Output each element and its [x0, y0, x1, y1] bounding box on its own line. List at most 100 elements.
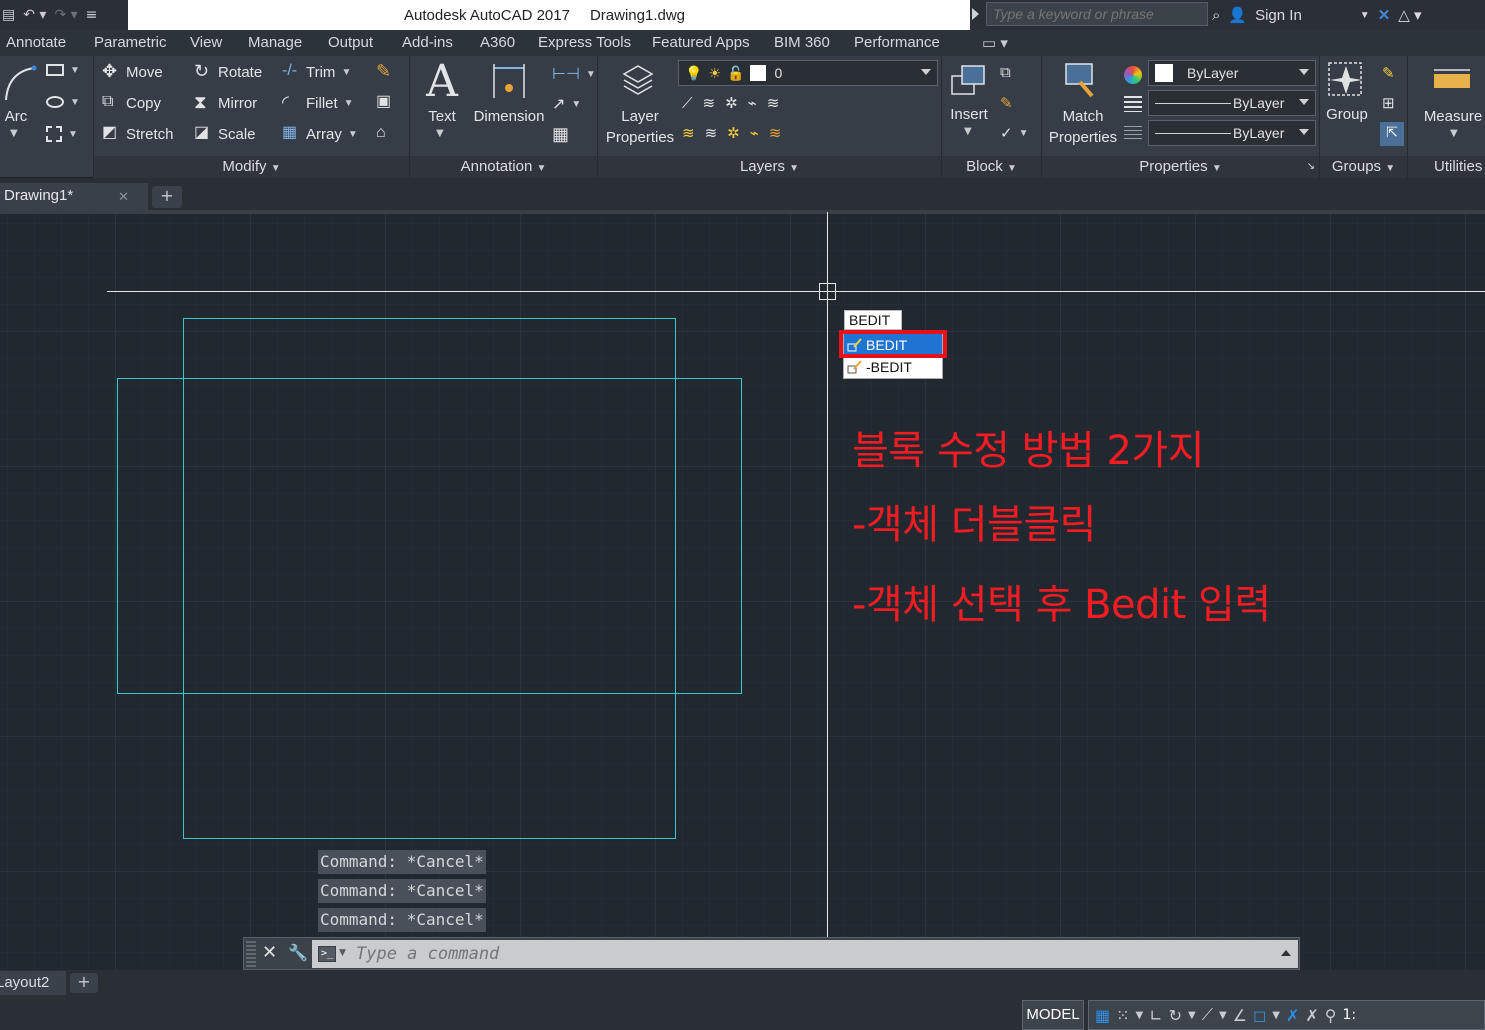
autodesk-a360-icon[interactable]: △ ▾	[1398, 6, 1421, 24]
polar-icon[interactable]: ↻	[1169, 1006, 1182, 1025]
group-icon[interactable]	[1326, 60, 1366, 100]
search-expand-icon[interactable]	[972, 8, 979, 20]
tab-view[interactable]: View	[190, 34, 222, 51]
layers-panel-title[interactable]: Layers ▼	[598, 156, 941, 178]
fillet-button[interactable]: ◜ Fillet ▼	[282, 93, 354, 112]
leader-icon[interactable]: ↗ ▼	[552, 94, 581, 114]
insert-block-icon[interactable]	[948, 60, 988, 100]
layer-properties-button[interactable]: Layer Properties	[600, 106, 680, 148]
isodraft-icon[interactable]: ⟋	[1202, 1005, 1213, 1025]
properties-panel-title[interactable]: Properties ▼ ↘	[1042, 156, 1319, 178]
auto-scale-icon[interactable]: ✗	[1305, 1006, 1318, 1025]
object-snap-icon[interactable]: ◻	[1253, 1006, 1266, 1025]
linetype-dropdown[interactable]: ByLayer	[1148, 90, 1316, 116]
group-edit-icon[interactable]: ⊞	[1382, 94, 1395, 112]
offset-button[interactable]: ⌂	[376, 125, 394, 143]
match-properties-button[interactable]: Match Properties	[1044, 106, 1122, 148]
ortho-icon[interactable]: ∟	[1149, 1006, 1162, 1025]
close-tab-icon[interactable]: ✕	[118, 189, 129, 205]
layer-unisolate-icon[interactable]: ≋	[705, 124, 718, 142]
annotation-panel-title[interactable]: Annotation ▼	[410, 156, 597, 178]
autocomplete-item-dash-bedit[interactable]: -BEDIT	[844, 356, 942, 378]
group-select-icon[interactable]: ⇱	[1380, 122, 1404, 146]
list-icon[interactable]	[1124, 126, 1142, 142]
tab-drawing1[interactable]: Drawing1* ✕	[0, 183, 148, 210]
tab-express-tools[interactable]: Express Tools	[538, 34, 631, 51]
groups-panel-title[interactable]: Groups ▼	[1320, 156, 1407, 178]
move-button[interactable]: ✥ Move	[102, 62, 163, 81]
lineweight-icon[interactable]	[1124, 96, 1142, 112]
command-input[interactable]	[312, 940, 1298, 968]
tab-featured-apps[interactable]: Featured Apps	[652, 34, 750, 51]
tab-bim-360[interactable]: BIM 360	[774, 34, 830, 51]
grid-icon[interactable]: ▦	[1095, 1006, 1110, 1025]
layer-thaw-icon[interactable]: ✲	[727, 124, 740, 142]
region-tool-icon[interactable]: ▼	[46, 126, 78, 142]
arc-button[interactable]: Arc	[2, 106, 30, 127]
erase-button[interactable]: ✎	[376, 62, 394, 81]
model-space-button[interactable]: MODEL	[1022, 1000, 1084, 1030]
chevron-down-icon[interactable]: ▼	[1360, 10, 1370, 21]
text-dropdown-icon[interactable]: ▼	[436, 128, 444, 139]
polar-dropdown-icon[interactable]: ▼	[1188, 1010, 1196, 1021]
rectangle-tool-icon[interactable]: ▼	[46, 64, 80, 76]
snap-icon[interactable]: ⁙	[1116, 1006, 1129, 1025]
color-dropdown[interactable]: ByLayer	[1148, 60, 1316, 86]
annotation-scale-icon[interactable]: ⚲	[1325, 1006, 1337, 1025]
lineweight-dropdown[interactable]: ByLayer	[1148, 120, 1316, 146]
layer-off-icon[interactable]: ⟋	[682, 95, 693, 112]
annotation-scale-value[interactable]: 1:	[1343, 1007, 1357, 1023]
modify-panel-title[interactable]: Modify ▼	[94, 156, 409, 178]
measure-icon[interactable]	[1432, 66, 1472, 96]
user-icon[interactable]: 👤	[1228, 6, 1247, 24]
layer-walk-icon[interactable]: ≋	[769, 124, 782, 142]
layer-on-icon[interactable]: ≋	[682, 124, 695, 142]
mirror-button[interactable]: ⧗ Mirror	[194, 93, 257, 112]
insert-button[interactable]: Insert	[944, 104, 994, 125]
layer-dropdown[interactable]: 💡 ☀ 🔓 0	[678, 60, 938, 86]
scale-button[interactable]: ◪ Scale	[194, 125, 256, 143]
annotation-visibility-icon[interactable]: ✗	[1286, 1006, 1299, 1025]
hatch-tool-icon[interactable]: ▼	[46, 96, 80, 108]
ungroup-icon[interactable]: ✎	[1382, 64, 1395, 82]
match-properties-icon[interactable]	[1062, 60, 1102, 100]
table-icon[interactable]: ▦	[552, 124, 569, 145]
close-icon[interactable]: ✕	[262, 942, 277, 963]
command-history-up-icon[interactable]	[1281, 950, 1291, 956]
qat-menu-icon[interactable]: ≡	[86, 7, 98, 23]
wrench-icon[interactable]: 🔧	[288, 943, 308, 962]
block-rectangle[interactable]	[117, 378, 742, 694]
text-icon[interactable]: A	[420, 56, 464, 108]
dynamic-input[interactable]: BEDIT	[844, 310, 902, 330]
sign-in-link[interactable]: Sign In	[1255, 7, 1302, 24]
exchange-icon[interactable]: ✕	[1378, 6, 1391, 24]
tab-add-ins[interactable]: Add-ins	[402, 34, 453, 51]
edit-block-icon[interactable]: ✎	[1000, 94, 1013, 112]
arc-dropdown-icon[interactable]: ▼	[10, 128, 18, 139]
panel-launcher-icon[interactable]: ↘	[1307, 156, 1315, 178]
layer-lock-icon[interactable]: ⌁	[748, 94, 757, 112]
osnap-dropdown-icon[interactable]: ▼	[1272, 1010, 1280, 1021]
edit-attributes-icon[interactable]: ✓ ▼	[1000, 124, 1028, 142]
dimension-icon[interactable]	[490, 62, 528, 100]
measure-button[interactable]: Measure	[1422, 106, 1484, 127]
insert-dropdown-icon[interactable]: ▼	[964, 126, 972, 137]
new-tab-button[interactable]: +	[152, 186, 182, 208]
copy-button[interactable]: ⧉ Copy	[102, 94, 161, 112]
dimension-button[interactable]: Dimension	[470, 106, 548, 127]
redo-icon[interactable]: ↷ ▾	[54, 7, 77, 23]
tab-parametric[interactable]: Parametric	[94, 34, 167, 51]
object-tracking-icon[interactable]: ∠	[1233, 1006, 1247, 1025]
tab-a360[interactable]: A360	[480, 34, 515, 51]
block-panel-title[interactable]: Block ▼	[942, 156, 1041, 178]
layer-unlock-icon[interactable]: ⌁	[750, 124, 759, 142]
rotate-button[interactable]: ↻ Rotate	[194, 62, 262, 81]
isodraft-dropdown-icon[interactable]: ▼	[1219, 1010, 1227, 1021]
tab-manage[interactable]: Manage	[248, 34, 302, 51]
explode-button[interactable]: ▣	[376, 94, 394, 112]
linear-dim-icon[interactable]: ⊢⊣ ▼	[552, 64, 596, 84]
group-button[interactable]: Group	[1322, 104, 1372, 125]
new-layout-button[interactable]: +	[70, 973, 98, 993]
tab-annotate[interactable]: Annotate	[6, 34, 66, 51]
stretch-button[interactable]: ◩ Stretch	[102, 125, 174, 143]
